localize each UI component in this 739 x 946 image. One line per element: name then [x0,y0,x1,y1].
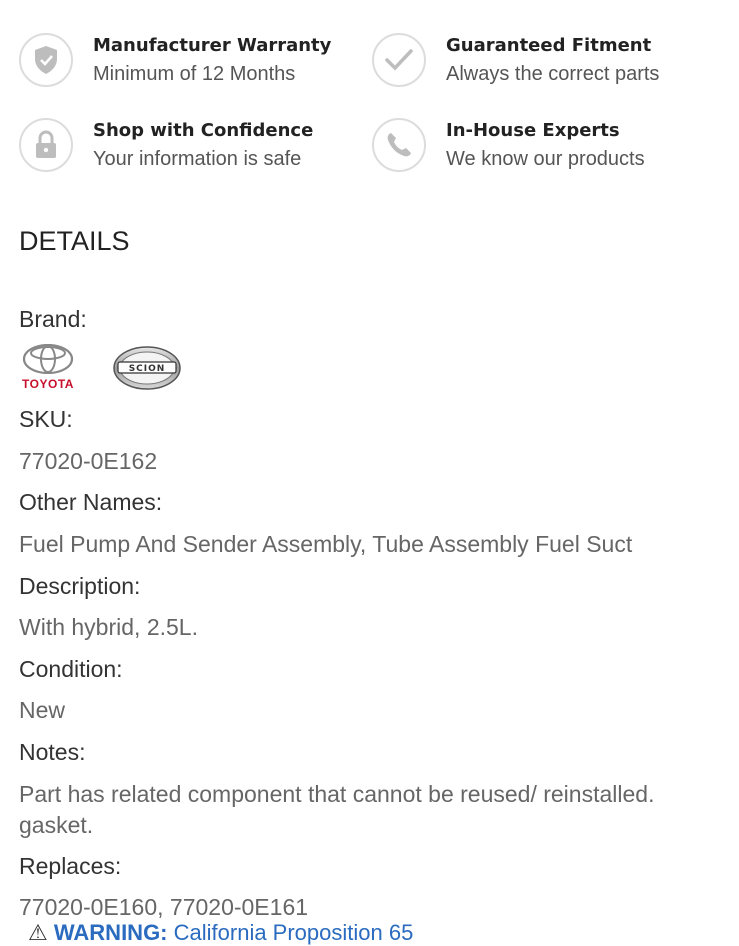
feature-title: Manufacturer Warranty [93,35,332,56]
feature-subtitle: We know our products [446,148,645,170]
feature-warranty: Manufacturer Warranty Minimum of 12 Mont… [19,32,331,88]
phone-icon [372,118,426,172]
brand-label: Brand: [19,306,87,332]
prop65-warning[interactable]: ⚠ WARNING: California Proposition 65 [28,920,413,946]
replaces-value: 77020-0E160, 77020-0E161 [19,894,309,920]
description-label: Description: [19,573,141,599]
other-names-label: Other Names: [19,489,163,515]
feature-confidence: Shop with Confidence Your information is… [19,117,313,173]
sku-label: SKU: [19,406,73,432]
feature-subtitle: Minimum of 12 Months [93,63,296,85]
feature-title: Shop with Confidence [93,120,314,141]
lock-icon [19,118,73,172]
condition-value: New [19,697,66,723]
scion-logo[interactable]: SCION [112,345,182,391]
feature-title: Guaranteed Fitment [446,35,652,56]
feature-experts: In-House Experts We know our products [372,117,645,173]
feature-fitment: Guaranteed Fitment Always the correct pa… [372,32,659,88]
toyota-logo[interactable]: TOYOTA [19,344,77,394]
feature-subtitle: Always the correct parts [446,63,660,85]
notes-value: Part has related component that cannot b… [19,781,655,838]
feature-title: In-House Experts [446,120,620,141]
condition-label: Condition: [19,656,123,682]
toyota-logo-text: TOYOTA [22,377,74,391]
description-value: With hybrid, 2.5L. [19,614,198,640]
other-names-value: Fuel Pump And Sender Assembly, Tube Asse… [19,531,633,557]
replaces-label: Replaces: [19,853,122,879]
checkmark-icon [372,33,426,87]
sku-value: 77020-0E162 [19,448,158,474]
shield-icon [19,33,73,87]
details-heading: DETAILS [19,226,130,256]
scion-logo-text: SCION [129,364,166,374]
feature-subtitle: Your information is safe [93,148,302,170]
notes-label: Notes: [19,739,86,765]
